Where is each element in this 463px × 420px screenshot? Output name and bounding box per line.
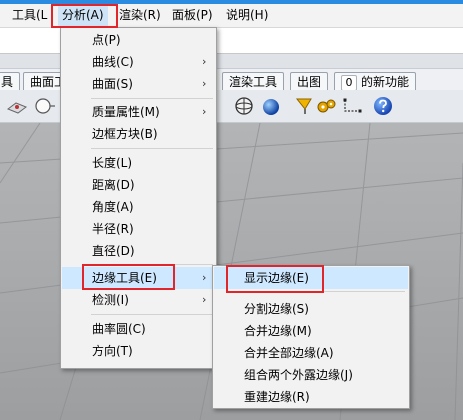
menu-separator <box>91 264 213 265</box>
blue-sphere-icon[interactable] <box>260 95 282 117</box>
gear-settings-icon[interactable] <box>315 95 337 117</box>
menu-tools[interactable]: 工具(L <box>8 4 51 27</box>
help-icon[interactable] <box>372 95 394 117</box>
tab-render-tools[interactable]: 渲染工具 <box>222 72 285 91</box>
menu-item-radius[interactable]: 半径(R) <box>62 218 215 240</box>
menu-item-bounding-box[interactable]: 边框方块(B) <box>62 123 215 145</box>
menu-item-mass-properties[interactable]: 质量属性(M) › <box>62 101 215 123</box>
tab-whats-new[interactable]: 0 的新功能 <box>334 72 417 91</box>
menu-item-diameter[interactable]: 直径(D) <box>62 240 215 262</box>
menu-item-direction[interactable]: 方向(T) <box>62 340 215 362</box>
menu-item-length[interactable]: 长度(L) <box>62 152 215 174</box>
grid-snap-icon[interactable] <box>6 95 28 117</box>
menu-item-surface[interactable]: 曲面(S) › <box>62 73 215 95</box>
paint-tool-icon[interactable] <box>294 95 316 117</box>
menu-item-rebuild-edges[interactable]: 重建边缘(R) <box>214 386 408 408</box>
menu-separator <box>91 148 213 149</box>
tab-layout[interactable]: 出图 <box>290 72 329 91</box>
circle-select-icon[interactable] <box>34 95 56 117</box>
menu-item-show-edges[interactable]: 显示边缘(E) <box>214 267 408 289</box>
chevron-right-icon: › <box>202 105 207 118</box>
menu-item-split-edge[interactable]: 分割边缘(S) <box>214 298 408 320</box>
menu-panels[interactable]: 面板(P) <box>168 4 217 27</box>
chevron-right-icon: › <box>202 293 207 306</box>
menu-item-inspect[interactable]: 检测(I) › <box>62 289 215 311</box>
chevron-right-icon: › <box>202 271 207 284</box>
tab-count-badge: 0 <box>341 75 357 91</box>
menu-separator <box>91 314 213 315</box>
menu-analysis[interactable]: 分析(A) <box>58 4 108 27</box>
tab-tools[interactable]: 具 <box>0 72 21 91</box>
menu-item-merge-all-edges[interactable]: 合并全部边缘(A) <box>214 342 408 364</box>
menu-bar: 工具(L 分析(A) 渲染(R) 面板(P) 说明(H) <box>0 4 463 28</box>
menu-help[interactable]: 说明(H) <box>222 4 272 27</box>
menu-item-curve[interactable]: 曲线(C) › <box>62 51 215 73</box>
sphere-outline-icon[interactable] <box>233 95 255 117</box>
menu-separator <box>91 98 213 99</box>
chevron-right-icon: › <box>202 55 207 68</box>
menu-item-edge-tools[interactable]: 边缘工具(E) › <box>62 267 215 289</box>
menu-item-point[interactable]: 点(P) <box>62 29 215 51</box>
dimension-tool-icon[interactable] <box>342 95 364 117</box>
menu-item-distance[interactable]: 距离(D) <box>62 174 215 196</box>
analysis-menu-dropdown: 点(P) 曲线(C) › 曲面(S) › 质量属性(M) › 边框方块(B) 长度(L… <box>60 27 217 369</box>
menu-item-merge-edge[interactable]: 合并边缘(M) <box>214 320 408 342</box>
tab-whats-new-label: 的新功能 <box>361 75 410 89</box>
menu-render[interactable]: 渲染(R) <box>115 4 165 27</box>
menu-separator <box>243 291 405 292</box>
edge-tools-submenu: 显示边缘(E) 分割边缘(S) 合并边缘(M) 合并全部边缘(A) 组合两个外露… <box>212 265 410 409</box>
chevron-right-icon: › <box>202 77 207 90</box>
menu-item-join-two-naked-edges[interactable]: 组合两个外露边缘(J) <box>214 364 408 386</box>
menu-item-curvature-circle[interactable]: 曲率圆(C) <box>62 318 215 340</box>
menu-item-angle[interactable]: 角度(A) <box>62 196 215 218</box>
